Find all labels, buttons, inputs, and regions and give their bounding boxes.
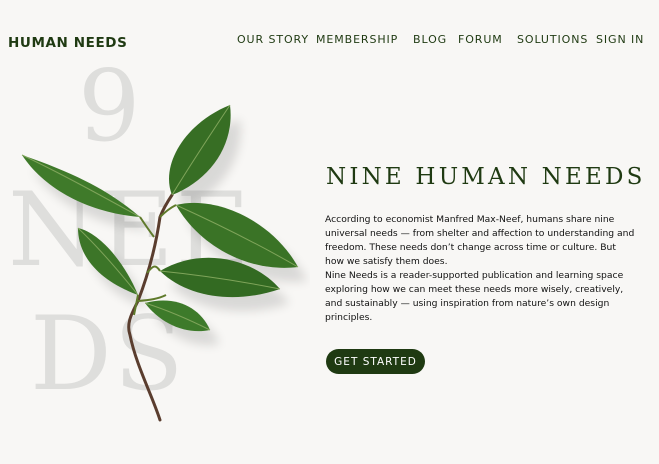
hero-paragraph-1: According to economist Manfred Max-Neef,… xyxy=(325,214,635,267)
leaf-branch-image xyxy=(21,104,308,422)
hero-title: NINE HUMAN NEEDS xyxy=(326,164,646,191)
get-started-button[interactable]: GET STARTED xyxy=(326,349,425,374)
nav-item-membership[interactable]: MEMBERSHIP xyxy=(316,33,398,46)
nav-item-our-story[interactable]: OUR STORY xyxy=(237,33,309,46)
nav-item-forum[interactable]: FORUM xyxy=(458,33,503,46)
nav-item-blog[interactable]: BLOG xyxy=(413,33,447,46)
main-nav: OUR STORY MEMBERSHIP BLOG FORUM SOLUTION… xyxy=(0,33,659,49)
nav-item-sign-in[interactable]: SIGN IN xyxy=(596,33,644,46)
nav-item-solutions[interactable]: SOLUTIONS xyxy=(517,33,588,46)
hero-paragraph-2: Nine Needs is a reader-supported publica… xyxy=(325,270,624,323)
hero-description: According to economist Manfred Max-Neef,… xyxy=(325,213,635,325)
